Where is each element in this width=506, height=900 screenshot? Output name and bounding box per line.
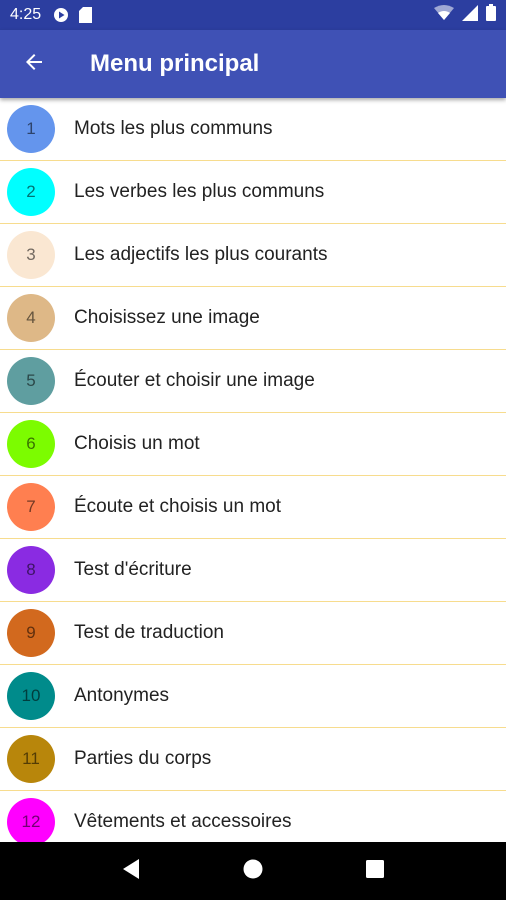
triangle-back-icon [121, 858, 141, 885]
item-number-badge: 9 [7, 609, 55, 657]
list-item[interactable]: 10 Antonymes [0, 665, 506, 728]
item-label: Parties du corps [74, 748, 212, 769]
media-play-icon [53, 7, 69, 23]
item-label: Les adjectifs les plus courants [74, 244, 328, 265]
list-item[interactable]: 1 Mots les plus communs [0, 98, 506, 161]
item-label: Les verbes les plus communs [74, 181, 325, 202]
item-number-badge: 7 [7, 483, 55, 531]
item-label: Écoute et choisis un mot [74, 496, 281, 517]
item-number-badge: 6 [7, 420, 55, 468]
list-item[interactable]: 6 Choisis un mot [0, 413, 506, 476]
item-label: Mots les plus communs [74, 118, 273, 139]
item-number-badge: 1 [7, 105, 55, 153]
item-label: Écouter et choisir une image [74, 370, 315, 391]
list-item[interactable]: 12 Vêtements et accessoires [0, 791, 506, 842]
cell-signal-icon [462, 4, 478, 26]
back-button[interactable] [0, 30, 68, 98]
item-label: Test d'écriture [74, 559, 192, 580]
item-number-badge: 12 [7, 798, 55, 842]
square-recents-icon [366, 859, 384, 883]
sd-card-icon [79, 7, 93, 23]
wifi-icon [434, 4, 454, 26]
list-item[interactable]: 5 Écouter et choisir une image [0, 350, 506, 413]
item-number-badge: 8 [7, 546, 55, 594]
menu-list[interactable]: 1 Mots les plus communs 2 Les verbes les pl… [0, 98, 506, 842]
navigation-bar [0, 842, 506, 900]
status-indicators [434, 4, 496, 26]
list-item[interactable]: 9 Test de traduction [0, 602, 506, 665]
item-number-badge: 3 [7, 231, 55, 279]
list-item[interactable]: 7 Écoute et choisis un mot [0, 476, 506, 539]
list-item[interactable]: 2 Les verbes les plus communs [0, 161, 506, 224]
nav-home-button[interactable] [228, 846, 278, 896]
item-number-badge: 11 [7, 735, 55, 783]
nav-back-button[interactable] [106, 846, 156, 896]
item-label: Choisis un mot [74, 433, 200, 454]
item-label: Antonymes [74, 685, 170, 706]
item-number-badge: 5 [7, 357, 55, 405]
item-number-badge: 2 [7, 168, 55, 216]
item-label: Choisissez une image [74, 307, 260, 328]
status-time: 4:25 [10, 6, 42, 23]
list-item[interactable]: 8 Test d'écriture [0, 539, 506, 602]
list-item[interactable]: 4 Choisissez une image [0, 287, 506, 350]
arrow-back-icon [22, 50, 46, 79]
list-item[interactable]: 3 Les adjectifs les plus courants [0, 224, 506, 287]
item-label: Test de traduction [74, 622, 224, 643]
status-bar: 4:25 [0, 0, 506, 30]
list-item[interactable]: 11 Parties du corps [0, 728, 506, 791]
battery-icon [486, 4, 496, 26]
item-label: Vêtements et accessoires [74, 811, 292, 832]
item-number-badge: 10 [7, 672, 55, 720]
app-bar: Menu principal [0, 30, 506, 98]
circle-home-icon [243, 859, 263, 884]
page-title: Menu principal [90, 50, 260, 77]
item-number-badge: 4 [7, 294, 55, 342]
nav-recents-button[interactable] [350, 846, 400, 896]
